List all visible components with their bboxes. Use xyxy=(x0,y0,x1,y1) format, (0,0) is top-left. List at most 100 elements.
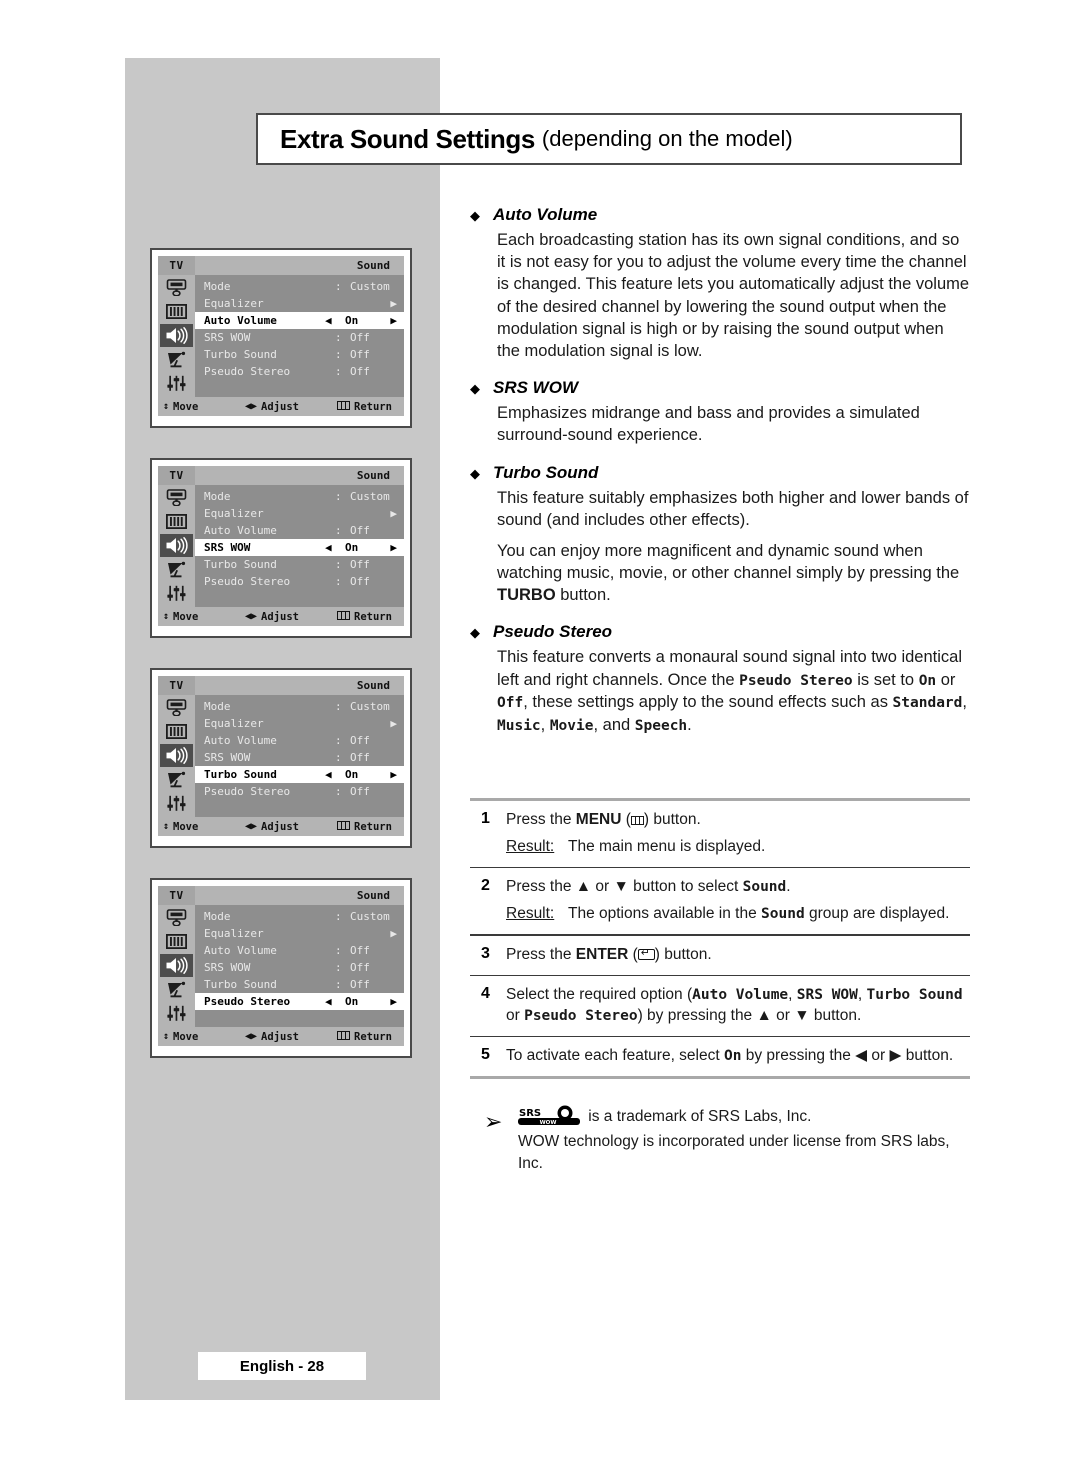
feature-descriptions: ◆ Auto Volume Each broadcasting station … xyxy=(470,205,970,752)
osd-row-label: Auto Volume xyxy=(204,314,277,327)
speaker-icon[interactable] xyxy=(160,534,193,557)
osd-row-turbo-sound[interactable]: Turbo Sound ◀ On ▶ xyxy=(195,766,404,783)
arrow-left-icon[interactable]: ◀ xyxy=(325,541,340,554)
osd-row-auto-volume[interactable]: Auto Volume ◀ On ▶ xyxy=(195,312,404,329)
satellite-dish-icon[interactable] xyxy=(160,768,193,791)
text-run: , xyxy=(540,715,550,734)
osd-row-pseudo-stereo[interactable]: Pseudo Stereo: Off xyxy=(195,783,404,800)
osd-row-value: On xyxy=(345,995,359,1008)
text-run: by pressing the ◀ or ▶ button. xyxy=(741,1047,954,1065)
osd-row-pseudo-stereo[interactable]: Pseudo Stereo ◀ On ▶ xyxy=(195,993,404,1010)
osd-body: Mode: Custom Equalizer ▶ Auto Volume: Off SRS … xyxy=(158,905,404,1027)
osd-row-mode[interactable]: Mode: Custom xyxy=(195,908,404,925)
picture-icon[interactable] xyxy=(160,906,193,929)
arrow-right-icon[interactable]: ▶ xyxy=(384,768,397,781)
step-instruction: To activate each feature, select On by p… xyxy=(506,1046,970,1067)
sliders-icon[interactable] xyxy=(160,792,193,815)
feature-body: Emphasizes midrange and bass and provide… xyxy=(497,402,970,446)
note-line-2: WOW technology is incorporated under lic… xyxy=(518,1133,950,1172)
osd-help-adjust-label: Adjust xyxy=(261,610,299,623)
osd-row-srs-wow[interactable]: SRS WOW: Off xyxy=(195,749,404,766)
picture-icon[interactable] xyxy=(160,486,193,509)
step-2: 2 Press the ▲ or ▼ button to select Soun… xyxy=(470,868,970,934)
speaker-icon[interactable] xyxy=(160,324,193,347)
picture-icon[interactable] xyxy=(160,276,193,299)
leftright-arrow-icon: ◀▶ xyxy=(245,1031,258,1042)
option-value: Off xyxy=(497,695,524,712)
osd-row-colon: : xyxy=(335,700,342,713)
chevron-right-icon[interactable]: ▶ xyxy=(384,927,397,940)
osd-row-equalizer[interactable]: Equalizer ▶ xyxy=(195,925,404,942)
osd-row-label: Equalizer xyxy=(204,297,264,310)
text-run: , xyxy=(788,986,797,1004)
osd-row-colon: : xyxy=(335,734,342,747)
osd-row-auto-volume[interactable]: Auto Volume: Off xyxy=(195,942,404,959)
arrow-left-icon[interactable]: ◀ xyxy=(325,995,340,1008)
osd-row-value: Off xyxy=(350,558,370,571)
osd-row-pseudo-stereo[interactable]: Pseudo Stereo: Off xyxy=(195,573,404,590)
osd-row-turbo-sound[interactable]: Turbo Sound: Off xyxy=(195,976,404,993)
osd-row-auto-volume[interactable]: Auto Volume: Off xyxy=(195,732,404,749)
picture-icon[interactable] xyxy=(160,696,193,719)
osd-help-return-label: Return xyxy=(354,1030,392,1043)
arrow-right-icon[interactable]: ▶ xyxy=(384,314,397,327)
osd-row-equalizer[interactable]: Equalizer ▶ xyxy=(195,295,404,312)
osd-row-mode[interactable]: Mode: Custom xyxy=(195,698,404,715)
osd-row-label: Pseudo Stereo xyxy=(204,995,291,1008)
osd-row-equalizer[interactable]: Equalizer ▶ xyxy=(195,715,404,732)
osd-row-mode[interactable]: Mode: Custom xyxy=(195,488,404,505)
feature-srs-wow: ◆ SRS WOW Emphasizes midrange and bass a… xyxy=(470,378,970,446)
osd-row-label: Equalizer xyxy=(204,507,264,520)
osd-row-value: Off xyxy=(350,365,370,378)
chevron-right-icon[interactable]: ▶ xyxy=(384,297,397,310)
osd-row-equalizer[interactable]: Equalizer ▶ xyxy=(195,505,404,522)
osd-row-colon: : xyxy=(335,751,342,764)
panel-pseudo-stereo: TV Sound Mode: Custom Equalizer ▶ Auto Volume:… xyxy=(150,878,412,1058)
osd-row-label: SRS WOW xyxy=(204,331,251,344)
osd-row-label: Auto Volume xyxy=(204,524,277,537)
sliders-icon[interactable] xyxy=(160,1002,193,1025)
feature-title: Pseudo Stereo xyxy=(493,622,613,642)
effect-name: Speech xyxy=(634,717,688,734)
osd-help-return-label: Return xyxy=(354,820,392,833)
panel-auto-volume: TV Sound Mode: Custom Equalizer ▶ Auto Volume ◀… xyxy=(150,248,412,428)
speaker-icon[interactable] xyxy=(160,744,193,767)
osd-row-turbo-sound[interactable]: Turbo Sound: Off xyxy=(195,556,404,573)
equalizer-icon[interactable] xyxy=(160,930,193,953)
osd-row-mode[interactable]: Mode: Custom xyxy=(195,278,404,295)
text-run: is a trademark of SRS Labs, Inc. xyxy=(584,1108,812,1125)
step-number: 1 xyxy=(481,810,490,827)
option-name: SRS WOW xyxy=(796,987,858,1004)
osd-row-value: Off xyxy=(350,331,370,344)
osd-row-auto-volume[interactable]: Auto Volume: Off xyxy=(195,522,404,539)
arrow-right-icon[interactable]: ▶ xyxy=(384,995,397,1008)
osd-group-title: Sound xyxy=(356,679,390,692)
arrow-right-icon[interactable]: ▶ xyxy=(384,541,397,554)
chevron-right-icon[interactable]: ▶ xyxy=(384,507,397,520)
osd-row-label: Auto Volume xyxy=(204,734,277,747)
satellite-dish-icon[interactable] xyxy=(160,348,193,371)
chevron-right-icon[interactable]: ▶ xyxy=(384,717,397,730)
osd-row-turbo-sound[interactable]: Turbo Sound: Off xyxy=(195,346,404,363)
sliders-icon[interactable] xyxy=(160,372,193,395)
osd-row-srs-wow[interactable]: SRS WOW: Off xyxy=(195,329,404,346)
arrow-left-icon[interactable]: ◀ xyxy=(325,768,340,781)
osd-group-title: Sound xyxy=(356,259,390,272)
osd-row-label: Auto Volume xyxy=(204,944,277,957)
osd-row-srs-wow[interactable]: SRS WOW ◀ On ▶ xyxy=(195,539,404,556)
satellite-dish-icon[interactable] xyxy=(160,978,193,1001)
arrow-left-icon[interactable]: ◀ xyxy=(325,314,340,327)
equalizer-icon[interactable] xyxy=(160,300,193,323)
equalizer-icon[interactable] xyxy=(160,510,193,533)
osd-row-pseudo-stereo[interactable]: Pseudo Stereo: Off xyxy=(195,363,404,380)
osd-row-value: Custom xyxy=(350,700,390,713)
osd-row-srs-wow[interactable]: SRS WOW: Off xyxy=(195,959,404,976)
page-title-bar: Extra Sound Settings (depending on the m… xyxy=(256,113,962,165)
satellite-dish-icon[interactable] xyxy=(160,558,193,581)
osd-group-title: Sound xyxy=(356,469,390,482)
equalizer-icon[interactable] xyxy=(160,720,193,743)
updown-arrow-icon: ↕ xyxy=(163,611,170,622)
speaker-icon[interactable] xyxy=(160,954,193,977)
sliders-icon[interactable] xyxy=(160,582,193,605)
menu-group-name: Sound xyxy=(761,906,805,923)
